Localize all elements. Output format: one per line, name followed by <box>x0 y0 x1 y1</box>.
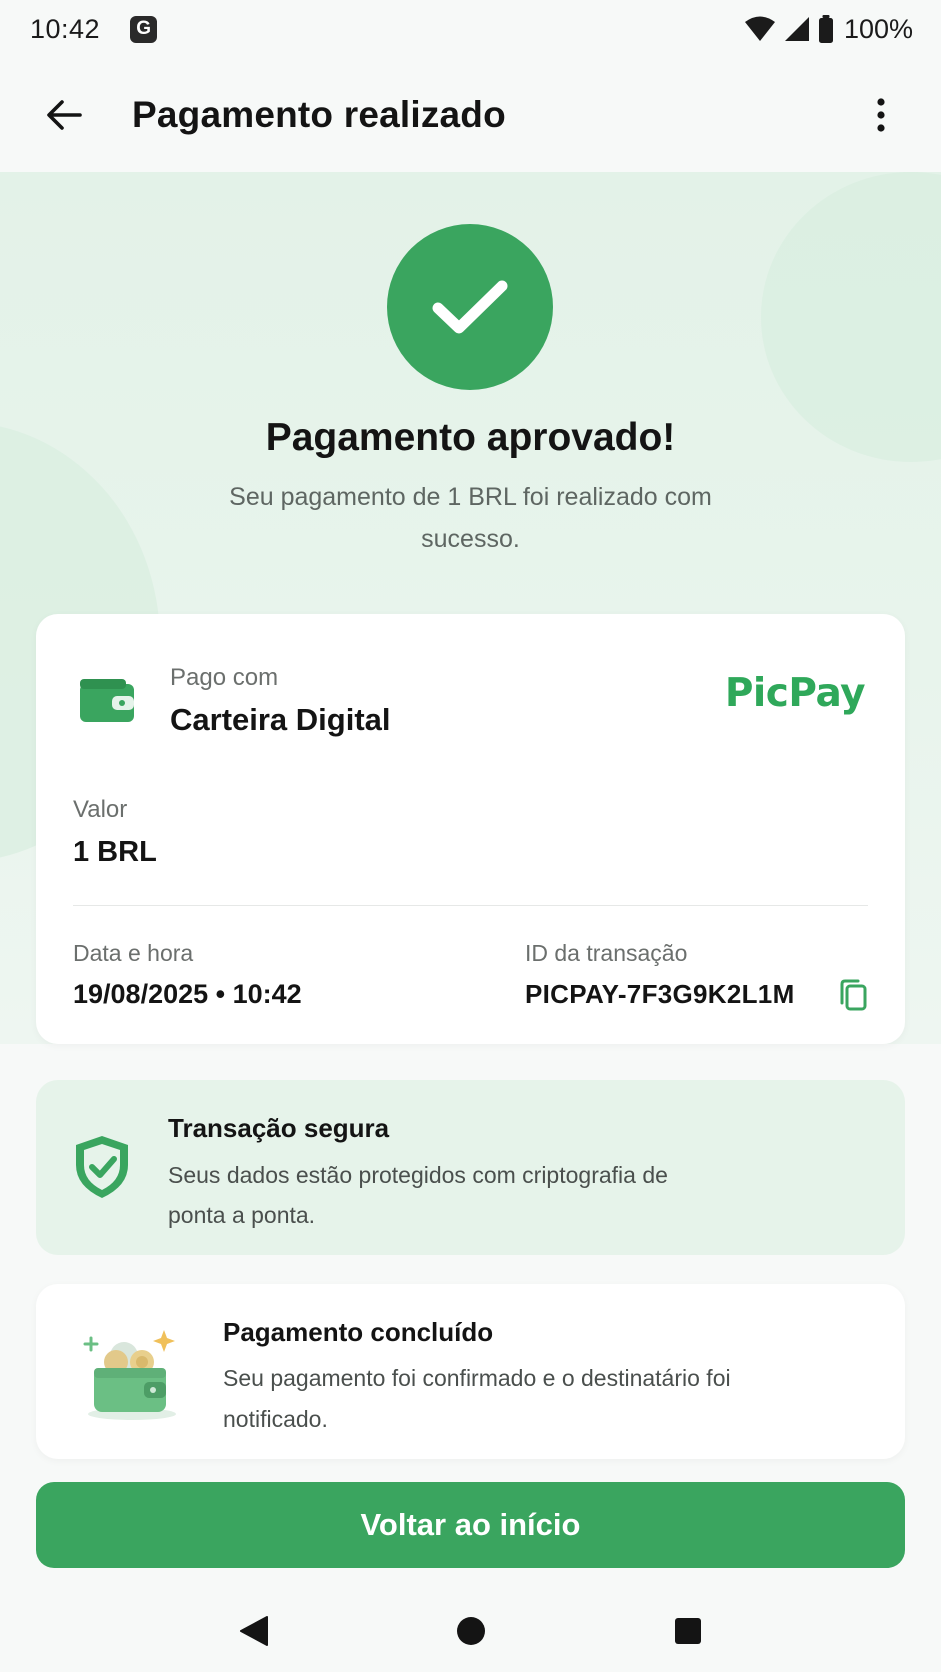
success-subtitle: Seu pagamento de 1 BRL foi realizado com… <box>229 483 712 553</box>
nav-recents-button[interactable] <box>658 1601 718 1661</box>
status-left: 10:42 G <box>30 13 158 45</box>
completed-text: Seu pagamento foi confirmado e o destina… <box>223 1365 731 1432</box>
system-nav-bar <box>0 1590 941 1672</box>
check-icon <box>432 280 508 334</box>
status-bar: 10:42 G 100% <box>0 0 941 58</box>
wallet-icon <box>80 679 134 722</box>
status-right: 100% <box>744 14 913 45</box>
amount-value: 1 BRL <box>73 836 157 868</box>
wifi-icon <box>744 16 775 41</box>
transaction-id-label: ID da transação <box>525 940 688 966</box>
status-time: 10:42 <box>30 13 101 44</box>
nav-back-button[interactable] <box>224 1601 284 1661</box>
divider <box>73 905 868 906</box>
transaction-id-value: PICPAY-7F3G9K2L1M <box>525 979 795 1009</box>
battery-icon <box>818 15 833 43</box>
back-to-home-button[interactable]: Voltar ao início <box>36 1482 905 1568</box>
notification-g-icon: G <box>130 15 158 43</box>
nav-home-button[interactable] <box>441 1601 501 1661</box>
signal-icon <box>784 17 809 41</box>
nav-back-icon <box>239 1616 268 1646</box>
payment-method-label: Pago com <box>170 664 279 691</box>
nav-recents-icon <box>674 1618 701 1644</box>
more-vertical-icon <box>877 98 885 132</box>
payment-completed-card: Pagamento concluído Seu pagamento foi co… <box>36 1284 905 1459</box>
shield-icon <box>76 1136 128 1198</box>
copy-icon <box>840 979 867 1011</box>
completed-title: Pagamento concluído <box>223 1317 494 1347</box>
amount-label: Valor <box>73 796 128 823</box>
payment-details-card: Pago com Carteira Digital PicPay Valor 1… <box>36 614 905 1044</box>
page-title: Pagamento realizado <box>132 94 506 135</box>
nav-home-icon <box>456 1617 485 1645</box>
app-bar: Pagamento realizado <box>0 58 941 172</box>
secure-transaction-card: Transação segura Seus dados estão proteg… <box>36 1080 905 1255</box>
copy-transaction-id-button[interactable] <box>837 978 869 1012</box>
payment-method-value: Carteira Digital <box>170 702 391 737</box>
secure-title: Transação segura <box>168 1113 390 1143</box>
back-button[interactable] <box>40 91 88 139</box>
more-options-button[interactable] <box>861 91 901 139</box>
picpay-logo: PicPay <box>724 671 866 716</box>
secure-text: Seus dados estão protegidos com criptogr… <box>168 1162 668 1228</box>
arrow-left-icon <box>47 100 82 130</box>
wallet-coins-illustration-icon <box>83 1330 176 1420</box>
datetime-value: 19/08/2025 • 10:42 <box>73 979 302 1009</box>
success-badge <box>387 224 553 390</box>
success-title: Pagamento aprovado! <box>265 416 676 459</box>
battery-percentage: 100% <box>843 13 913 44</box>
datetime-label: Data e hora <box>73 940 194 966</box>
